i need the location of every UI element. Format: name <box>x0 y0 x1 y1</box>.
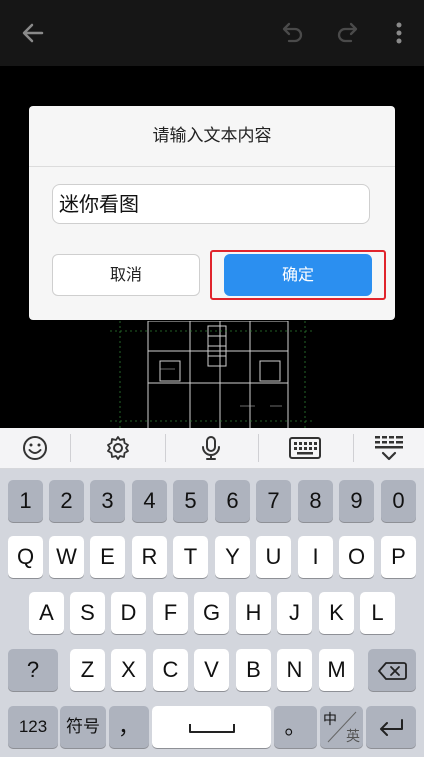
lang-divider <box>327 711 357 743</box>
confirm-highlight-box <box>210 250 386 300</box>
key-u[interactable]: U <box>256 536 291 578</box>
redo-icon[interactable] <box>333 18 363 48</box>
soft-keyboard: 1 2 3 4 5 6 7 8 9 0 Q W E R T Y U I O P … <box>0 469 424 757</box>
enter-key[interactable] <box>366 706 416 748</box>
toolbar-separator <box>258 434 259 462</box>
toolbar-separator <box>165 434 166 462</box>
key-b[interactable]: B <box>236 649 271 691</box>
app-bar <box>0 0 424 66</box>
space-bar-icon <box>188 724 235 734</box>
key-t[interactable]: T <box>173 536 208 578</box>
key-7[interactable]: 7 <box>256 480 291 522</box>
key-g[interactable]: G <box>194 592 229 634</box>
key-k[interactable]: K <box>319 592 354 634</box>
text-input-dialog: 请输入文本内容 迷你看图 取消 确定 <box>29 106 395 320</box>
toolbar-separator <box>70 434 71 462</box>
arrow-left-icon[interactable] <box>18 18 48 48</box>
microphone-icon[interactable] <box>176 428 246 468</box>
key-1[interactable]: 1 <box>8 480 43 522</box>
more-vertical-icon[interactable] <box>384 18 414 48</box>
key-x[interactable]: X <box>111 649 146 691</box>
space-key[interactable] <box>152 706 271 748</box>
key-i[interactable]: I <box>298 536 333 578</box>
key-0[interactable]: 0 <box>381 480 416 522</box>
key-v[interactable]: V <box>194 649 229 691</box>
backspace-icon <box>378 662 407 681</box>
collapse-keyboard-icon[interactable] <box>354 428 424 468</box>
key-n[interactable]: N <box>277 649 312 691</box>
key-y[interactable]: Y <box>215 536 250 578</box>
language-switch-key[interactable]: 中 英 <box>320 706 363 748</box>
letter-row-middle: A S D F G H J K L <box>0 592 424 634</box>
letter-row-bottom: ? Z X C V B N M <box>0 649 424 691</box>
text-content-input[interactable]: 迷你看图 <box>52 184 370 224</box>
keyboard-toolbar <box>0 428 424 469</box>
floor-plan-drawing <box>110 321 315 431</box>
key-l[interactable]: L <box>360 592 395 634</box>
key-p[interactable]: P <box>381 536 416 578</box>
dialog-title: 请输入文本内容 <box>152 126 272 146</box>
cancel-button[interactable]: 取消 <box>52 254 200 296</box>
numbers-key[interactable]: 123 <box>8 706 58 748</box>
gear-icon[interactable] <box>83 428 153 468</box>
key-e[interactable]: E <box>90 536 125 578</box>
key-m[interactable]: M <box>319 649 354 691</box>
key-w[interactable]: W <box>49 536 84 578</box>
function-row: 123 符号 ， 。 中 英 <box>0 706 424 748</box>
dialog-divider <box>29 166 395 167</box>
key-h[interactable]: H <box>236 592 271 634</box>
number-row: 1 2 3 4 5 6 7 8 9 0 <box>0 480 424 522</box>
key-c[interactable]: C <box>153 649 188 691</box>
comma-key[interactable]: ， <box>109 706 149 748</box>
letter-row-top: Q W E R T Y U I O P <box>0 536 424 578</box>
key-8[interactable]: 8 <box>298 480 333 522</box>
question-mark-key[interactable]: ? <box>8 649 58 691</box>
key-z[interactable]: Z <box>70 649 105 691</box>
key-5[interactable]: 5 <box>173 480 208 522</box>
key-2[interactable]: 2 <box>49 480 84 522</box>
keyboard-icon[interactable] <box>270 428 340 468</box>
key-r[interactable]: R <box>132 536 167 578</box>
symbols-key[interactable]: 符号 <box>60 706 106 748</box>
undo-icon[interactable] <box>277 18 307 48</box>
key-o[interactable]: O <box>339 536 374 578</box>
key-4[interactable]: 4 <box>132 480 167 522</box>
enter-icon <box>380 719 403 737</box>
key-9[interactable]: 9 <box>339 480 374 522</box>
key-f[interactable]: F <box>153 592 188 634</box>
key-6[interactable]: 6 <box>215 480 250 522</box>
key-d[interactable]: D <box>111 592 146 634</box>
key-a[interactable]: A <box>29 592 64 634</box>
period-key[interactable]: 。 <box>274 706 317 748</box>
emoji-icon[interactable] <box>0 428 70 468</box>
key-q[interactable]: Q <box>8 536 43 578</box>
key-3[interactable]: 3 <box>90 480 125 522</box>
backspace-key[interactable] <box>368 649 416 691</box>
key-s[interactable]: S <box>70 592 105 634</box>
key-j[interactable]: J <box>277 592 312 634</box>
